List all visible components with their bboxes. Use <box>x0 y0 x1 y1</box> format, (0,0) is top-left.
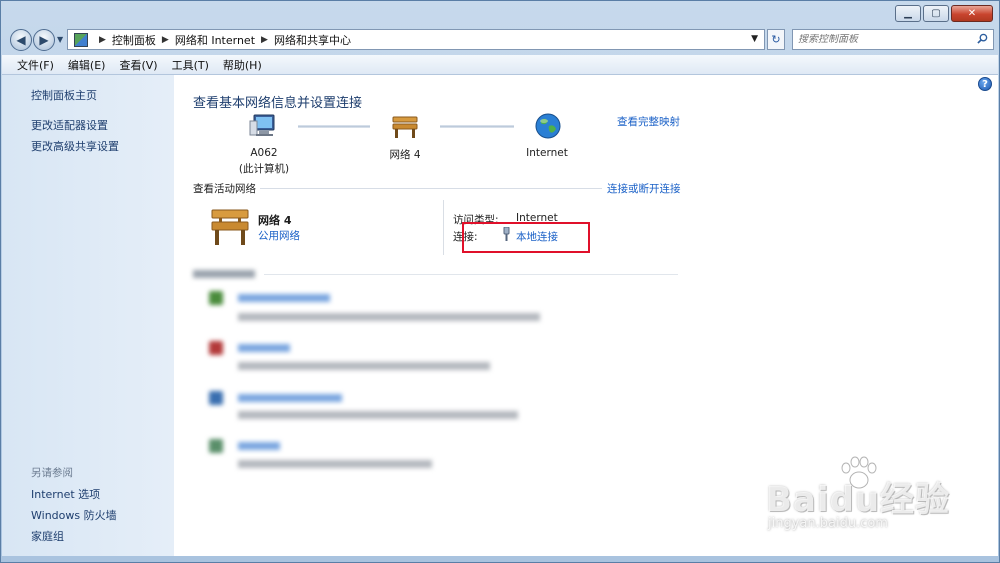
page-title: 查看基本网络信息并设置连接 <box>193 96 363 111</box>
menu-bar: 文件(F) 编辑(E) 查看(V) 工具(T) 帮助(H) <box>2 55 998 75</box>
blurred-task-link[interactable] <box>238 394 342 402</box>
blurred-task-description <box>238 362 490 370</box>
annotation-highlight-box <box>462 222 590 253</box>
menu-view[interactable]: 查看(V) <box>112 57 164 73</box>
see-also-heading: 另请参阅 <box>31 467 73 479</box>
computer-icon <box>249 114 275 136</box>
back-arrow-icon: ◀ <box>16 33 26 47</box>
breadcrumb-separator-icon[interactable]: ▶ <box>261 35 268 45</box>
map-connection-line <box>440 125 514 128</box>
watermark-brand: Baidu经验 <box>766 480 951 520</box>
breadcrumb-separator-icon[interactable]: ▶ <box>162 35 169 45</box>
view-full-map-link[interactable]: 查看完整映射 <box>617 114 680 129</box>
breadcrumb-control-panel[interactable]: 控制面板 <box>112 32 156 48</box>
maximize-button[interactable]: ▢ <box>923 5 949 22</box>
blurred-task-icon <box>209 291 223 305</box>
sidebar-link-control-panel-home[interactable]: 控制面板主页 <box>31 87 97 103</box>
public-network-bench-icon[interactable] <box>208 207 252 247</box>
active-network-name: 网络 4 <box>258 214 292 227</box>
forward-arrow-icon: ▶ <box>39 33 49 47</box>
address-dropdown-icon[interactable]: ▼ <box>751 34 758 44</box>
active-networks-heading: 查看活动网络 <box>193 183 256 195</box>
forward-button[interactable]: ▶ <box>33 29 55 51</box>
recent-pages-dropdown-icon[interactable]: ▼ <box>57 35 63 44</box>
menu-file[interactable]: 文件(F) <box>10 57 61 73</box>
search-box[interactable] <box>792 29 994 50</box>
back-button[interactable]: ◀ <box>10 29 32 51</box>
caption-buttons: ▁ ▢ ✕ <box>895 5 993 22</box>
menu-help[interactable]: 帮助(H) <box>216 57 269 73</box>
close-button[interactable]: ✕ <box>951 5 993 22</box>
breadcrumb-separator-icon[interactable]: ▶ <box>99 35 106 45</box>
address-bar[interactable]: ▶ 控制面板 ▶ 网络和 Internet ▶ 网络和共享中心 ▼ <box>67 29 765 50</box>
map-connection-line <box>298 125 370 128</box>
search-input[interactable] <box>798 34 968 45</box>
sidebar-link-homegroup[interactable]: 家庭组 <box>31 528 64 544</box>
sidebar-link-windows-firewall[interactable]: Windows 防火墙 <box>31 507 117 523</box>
search-icon[interactable] <box>977 33 988 44</box>
blurred-task-icon <box>209 439 223 453</box>
map-internet-label: Internet <box>526 147 568 159</box>
sidebar-link-internet-options[interactable]: Internet 选项 <box>31 486 100 502</box>
map-network-name: 网络 4 <box>389 149 421 161</box>
blurred-heading <box>193 270 255 278</box>
title-bar: ▁ ▢ ✕ <box>1 1 999 27</box>
sidebar-link-change-adapter-settings[interactable]: 更改适配器设置 <box>31 117 108 133</box>
blurred-task-link[interactable] <box>238 294 330 302</box>
section-divider <box>264 274 678 275</box>
explorer-window: ▁ ▢ ✕ ◀ ▶ ▼ ▶ 控制面板 ▶ 网络和 Internet ▶ 网络和共… <box>0 0 1000 563</box>
computer-subtitle: (此计算机) <box>238 163 290 175</box>
breadcrumb-network-internet[interactable]: 网络和 Internet <box>175 32 255 48</box>
blurred-task-description <box>238 411 518 419</box>
watermark-url: jingyan.baidu.com <box>768 516 888 531</box>
blurred-task-icon <box>209 391 223 405</box>
refresh-icon: ↻ <box>771 33 781 46</box>
client-area: 控制面板主页 更改适配器设置 更改高级共享设置 另请参阅 Internet 选项… <box>2 75 998 556</box>
section-divider <box>260 188 602 189</box>
address-row: ◀ ▶ ▼ ▶ 控制面板 ▶ 网络和 Internet ▶ 网络和共享中心 ▼ … <box>1 27 999 53</box>
globe-icon <box>535 113 561 139</box>
vertical-divider <box>443 200 444 255</box>
network-type-link[interactable]: 公用网络 <box>258 228 300 243</box>
control-panel-icon <box>74 32 88 47</box>
menu-tools[interactable]: 工具(T) <box>165 57 216 73</box>
task-pane: 控制面板主页 更改适配器设置 更改高级共享设置 另请参阅 Internet 选项… <box>2 75 174 556</box>
help-icon[interactable]: ? <box>978 77 992 91</box>
blurred-task-link[interactable] <box>238 344 290 352</box>
blurred-task-description <box>238 460 432 468</box>
breadcrumb-network-sharing-center[interactable]: 网络和共享中心 <box>274 32 351 48</box>
watermark: Baidu经验 jingyan.baidu.com <box>766 456 956 546</box>
minimize-button[interactable]: ▁ <box>895 5 921 22</box>
sidebar-link-advanced-sharing-settings[interactable]: 更改高级共享设置 <box>31 138 119 154</box>
bench-icon <box>392 116 418 138</box>
menu-edit[interactable]: 编辑(E) <box>61 57 113 73</box>
blurred-task-icon <box>209 341 223 355</box>
refresh-button[interactable]: ↻ <box>767 29 785 50</box>
computer-name: A062 <box>250 147 278 159</box>
connect-disconnect-link[interactable]: 连接或断开连接 <box>607 181 681 196</box>
blurred-task-link[interactable] <box>238 442 280 450</box>
blurred-task-description <box>238 313 540 321</box>
